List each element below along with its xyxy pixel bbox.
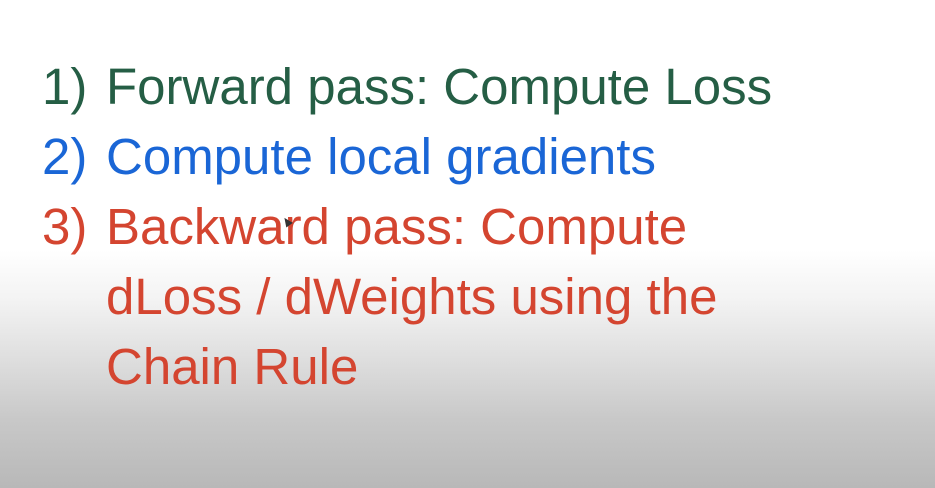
slide-content: 1) Forward pass: Compute Loss 2) Compute l… xyxy=(0,0,935,488)
step-1: 1) Forward pass: Compute Loss xyxy=(42,52,772,122)
step-3-text: Backward pass: Compute xyxy=(106,198,688,255)
step-3-number: 3) xyxy=(42,198,88,255)
step-2-number: 2) xyxy=(42,128,88,185)
step-3-continuation-line-1: dLoss / dWeights using the xyxy=(106,268,718,325)
step-1-number: 1) xyxy=(42,58,88,115)
step-3-continuation-line-2: Chain Rule xyxy=(106,338,359,395)
step-2-text: Compute local gradients xyxy=(106,128,656,185)
step-3: 3) Backward pass: Compute xyxy=(42,192,687,262)
step-2: 2) Compute local gradients xyxy=(42,122,656,192)
step-1-text: Forward pass: Compute Loss xyxy=(106,58,773,115)
